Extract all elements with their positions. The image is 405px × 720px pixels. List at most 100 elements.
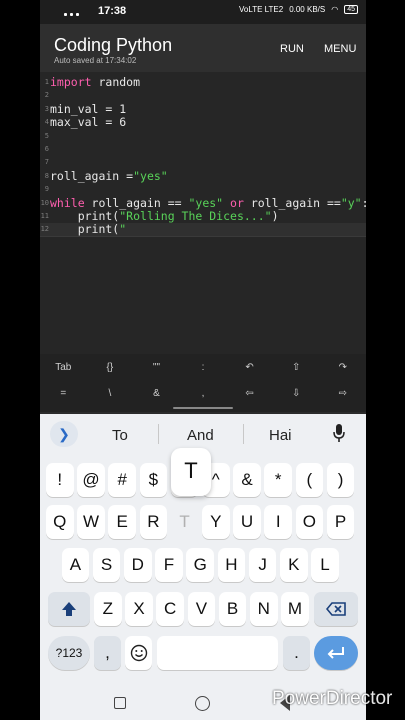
right-black-bar (366, 0, 405, 720)
app-bar: Coding Python Auto saved at 17:34:02 RUN… (40, 24, 366, 72)
line-number: 3 (44, 104, 49, 113)
code-line: 8 roll_again ="yes" (40, 168, 366, 183)
symbol-key[interactable]: # (108, 463, 136, 497)
speed-label: 0.00 KB/S (289, 5, 326, 14)
run-button[interactable]: RUN (280, 43, 304, 55)
letter-key-t[interactable]: T (171, 505, 199, 539)
code-line: 6 (40, 143, 366, 156)
suggestion-word[interactable]: Hai (269, 427, 292, 444)
symbol-key[interactable]: ) (326, 463, 355, 497)
code-text: max_val = 6 (50, 115, 127, 130)
current-code-line: 12 print(" (40, 222, 366, 237)
divider (243, 424, 244, 444)
letter-key-k[interactable]: K (280, 548, 308, 582)
ampersand-key[interactable]: & (133, 388, 180, 399)
quotes-key[interactable]: "" (133, 362, 180, 373)
code-text: print( (50, 222, 120, 237)
backspace-key[interactable] (314, 592, 358, 626)
enter-key[interactable] (314, 636, 358, 670)
letter-key-p[interactable]: P (326, 505, 355, 539)
equals-key[interactable]: = (40, 388, 87, 399)
letter-key-i[interactable]: I (264, 505, 292, 539)
letter-key-w[interactable]: W (77, 505, 105, 539)
letter-key-m[interactable]: M (281, 592, 309, 626)
phone-screen: 17:38 VoLTE LTE2 0.00 KB/S ◠ 45 Coding P… (40, 0, 366, 720)
space-key[interactable] (157, 636, 278, 670)
shift-key[interactable] (48, 592, 90, 626)
symbol-key[interactable]: & (233, 463, 261, 497)
letter-key-j[interactable]: J (248, 548, 277, 582)
code-editor[interactable]: 1 import random 2 3 min_val = 1 4 max_val =… (40, 72, 366, 354)
code-text: ) (271, 208, 279, 223)
arrow-left-icon[interactable]: ⇦ (226, 388, 273, 399)
microphone-icon[interactable] (333, 424, 345, 442)
undo-icon[interactable]: ↶ (226, 362, 273, 373)
letter-key-c[interactable]: C (156, 592, 184, 626)
letter-key-a[interactable]: A (61, 548, 90, 582)
line-number: 2 (44, 91, 49, 100)
tab-key[interactable]: Tab (40, 362, 87, 373)
recents-icon[interactable] (114, 697, 126, 709)
letter-key-b[interactable]: B (218, 592, 247, 626)
symbol-key[interactable]: @ (77, 463, 105, 497)
letter-key-s[interactable]: S (92, 548, 121, 582)
redo-icon[interactable]: ↷ (319, 362, 366, 373)
drag-handle[interactable] (173, 407, 233, 409)
arrow-up-icon[interactable]: ⇧ (273, 362, 320, 373)
letter-key-u[interactable]: U (233, 505, 261, 539)
arrow-right-icon[interactable]: ⇨ (319, 388, 366, 399)
letter-key-h[interactable]: H (217, 548, 246, 582)
braces-key[interactable]: {} (87, 362, 134, 373)
code-line: 11 print("Rolling The Dices...") (40, 208, 366, 223)
symbol-key[interactable]: ! (46, 463, 74, 497)
arrow-down-icon[interactable]: ⇩ (273, 388, 320, 399)
letter-key-l[interactable]: L (311, 548, 339, 582)
extra-keys-row-1: Tab {} "" : ↶ ⇧ ↷ (40, 362, 366, 373)
letter-key-z[interactable]: Z (94, 592, 122, 626)
home-icon[interactable] (195, 696, 210, 711)
letter-key-e[interactable]: E (108, 505, 136, 539)
suggestion-word[interactable]: To (112, 427, 128, 444)
backslash-key[interactable]: \ (87, 388, 134, 399)
colon-key[interactable]: : (180, 362, 227, 373)
line-number: 8 (44, 171, 49, 180)
keyword-import: import (50, 75, 92, 89)
line-number: 4 (44, 118, 49, 127)
status-bar: 17:38 VoLTE LTE2 0.00 KB/S ◠ 45 (40, 0, 366, 24)
autosave-status: Auto saved at 17:34:02 (54, 56, 137, 65)
letter-key-o[interactable]: O (295, 505, 324, 539)
string-literal: "yes" (133, 168, 168, 183)
letter-key-g[interactable]: G (186, 548, 214, 582)
menu-button[interactable]: MENU (324, 43, 356, 55)
code-text: : (362, 196, 366, 210)
code-line: 9 (40, 183, 366, 196)
letter-key-r[interactable]: R (139, 505, 168, 539)
symbol-key[interactable]: $ (139, 463, 168, 497)
string-literal: "y" (340, 195, 362, 210)
chevron-right-icon[interactable]: ❯ (50, 421, 78, 447)
divider (158, 424, 159, 444)
key-preview-popup: T (171, 448, 211, 496)
numbers-key[interactable]: ?123 (48, 636, 90, 670)
line-number: 6 (44, 144, 49, 153)
letter-key-f[interactable]: F (155, 548, 183, 582)
letter-key-y[interactable]: Y (202, 505, 230, 539)
symbol-key[interactable]: ( (295, 463, 324, 497)
wifi-icon: ◠ (331, 5, 339, 14)
code-text: roll_again == (84, 195, 189, 210)
letter-key-x[interactable]: X (125, 592, 153, 626)
left-black-bar (0, 0, 40, 720)
line-number: 10 (40, 198, 49, 207)
comma-key[interactable]: , (180, 388, 227, 399)
letter-key-d[interactable]: D (124, 548, 152, 582)
suggestion-word[interactable]: And (187, 427, 214, 444)
letter-key-v[interactable]: V (187, 592, 216, 626)
emoji-key[interactable] (125, 636, 152, 670)
comma-key[interactable]: , (94, 636, 121, 670)
period-key[interactable]: . (283, 636, 310, 670)
network-label: VoLTE LTE2 (239, 5, 284, 14)
symbol-key[interactable]: * (264, 463, 292, 497)
letter-key-q[interactable]: Q (46, 505, 74, 539)
line-number: 11 (40, 211, 49, 220)
letter-key-n[interactable]: N (250, 592, 278, 626)
